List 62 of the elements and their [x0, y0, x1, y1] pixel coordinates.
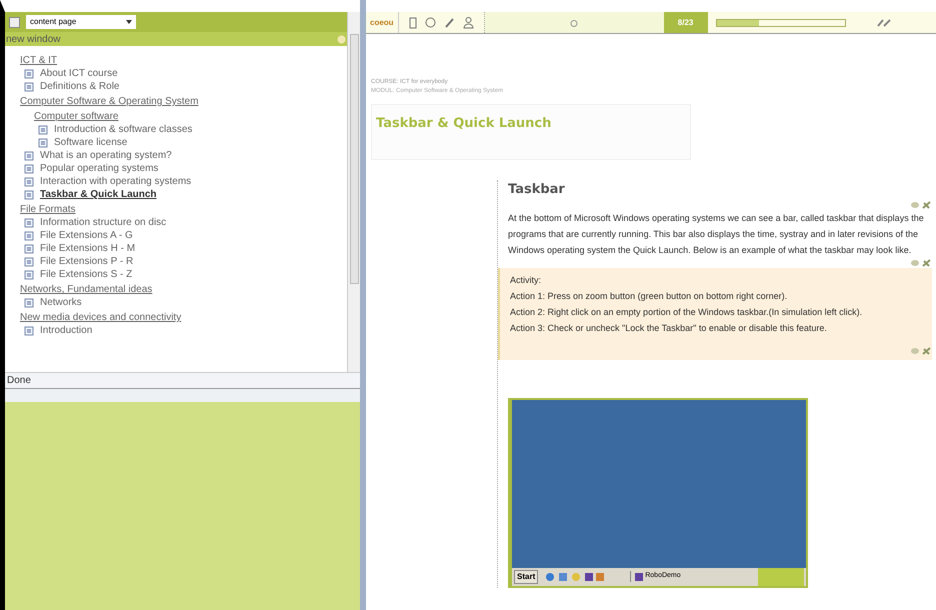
caret-icon [126, 20, 132, 24]
app-icon [635, 572, 644, 580]
note-icons [910, 258, 932, 268]
page-icon [24, 298, 34, 308]
start-button[interactable]: Start [514, 570, 538, 584]
quick-launch-icons[interactable] [544, 572, 604, 582]
tree-page-link[interactable]: Popular operating systems [40, 162, 158, 175]
activity-line: Activity: [510, 274, 542, 287]
tree-page-link[interactable]: Definitions & Role [40, 80, 120, 93]
activity-line: Action 2: Right click on an empty portion of the Windows taskbar.(In simulation left click). [510, 306, 864, 319]
tree-section-link[interactable]: Computer Software & Operating System [20, 95, 347, 108]
tree-page-link[interactable]: What is an operating system? [40, 149, 172, 162]
logo: coeou [366, 12, 399, 33]
tree-page-link[interactable]: Software license [54, 136, 128, 149]
page-icon [24, 244, 34, 254]
activity-line: Action 1: Press on zoom button (green button on bottom right corner). [510, 290, 788, 303]
page-icon [38, 124, 48, 134]
note-icons [910, 346, 932, 356]
page-icon [24, 176, 34, 186]
header-title: new window [6, 32, 60, 46]
splitter-bar[interactable] [5, 388, 360, 402]
page-icon [24, 190, 34, 200]
page-icon [24, 326, 34, 336]
tree-section-link[interactable]: Computer software [34, 110, 347, 123]
section-heading: Taskbar [508, 181, 566, 199]
page-icon [24, 218, 34, 228]
page-icon [24, 164, 34, 174]
person-icon[interactable] [462, 16, 474, 28]
tree-page-link[interactable]: Introduction & software classes [54, 123, 192, 136]
tree-page-link[interactable]: File Extensions P - R [40, 255, 134, 268]
tree-section-link[interactable]: Networks, Fundamental ideas [20, 283, 347, 296]
page-icon [24, 82, 34, 92]
tree-page-link[interactable]: Interaction with operating systems [40, 175, 192, 188]
tree-page-link[interactable]: Taskbar & Quick Launch [40, 188, 157, 201]
tree-page-link[interactable]: Networks [40, 296, 82, 309]
tree-section-link[interactable]: New media devices and connectivity [20, 311, 347, 324]
note-icons [910, 200, 932, 210]
checkbox[interactable] [9, 16, 20, 28]
page-icon [24, 68, 34, 78]
page-counter: 8/23 [664, 12, 708, 33]
tree-page-link[interactable]: File Extensions A - G [40, 229, 133, 242]
paragraph: At the bottom of Microsoft Windows operating systems we can see a bar, called taskbar that displays the programs that are currently running. This bar also displays the time, systray and in later revisions of the Windows operating system the Quick Launch. Below is an example of what the taskbar may look like. [508, 212, 925, 257]
page-icon [24, 256, 34, 266]
system-tray [758, 568, 804, 586]
tree-page-link[interactable]: File Extensions S - Z [40, 268, 132, 281]
tree-page-link[interactable]: Introduction [40, 324, 92, 337]
scrollbar[interactable] [348, 12, 360, 372]
document-icon[interactable] [408, 16, 417, 28]
page-icon [24, 150, 34, 160]
page-dropdown[interactable]: content page [26, 15, 136, 29]
page-title: Taskbar & Quick Launch [376, 116, 552, 131]
tree-page-link[interactable]: File Extensions H - M [40, 242, 136, 255]
page-icon [24, 270, 34, 280]
status-text: Done [7, 374, 31, 388]
tree-section-link[interactable]: ICT & IT [20, 54, 347, 67]
tree-page-link[interactable]: About ICT course [40, 67, 118, 80]
tree-section-link[interactable]: File Formats [20, 203, 347, 216]
tree-page-link[interactable]: Information structure on disc [40, 216, 166, 229]
page-icon [38, 138, 48, 148]
page-icon [24, 230, 34, 240]
dropdown-value: content page [30, 16, 76, 28]
activity-line: Action 3: Check or uncheck "Lock the Taskbar" to enable or disable this feature. [510, 322, 828, 334]
